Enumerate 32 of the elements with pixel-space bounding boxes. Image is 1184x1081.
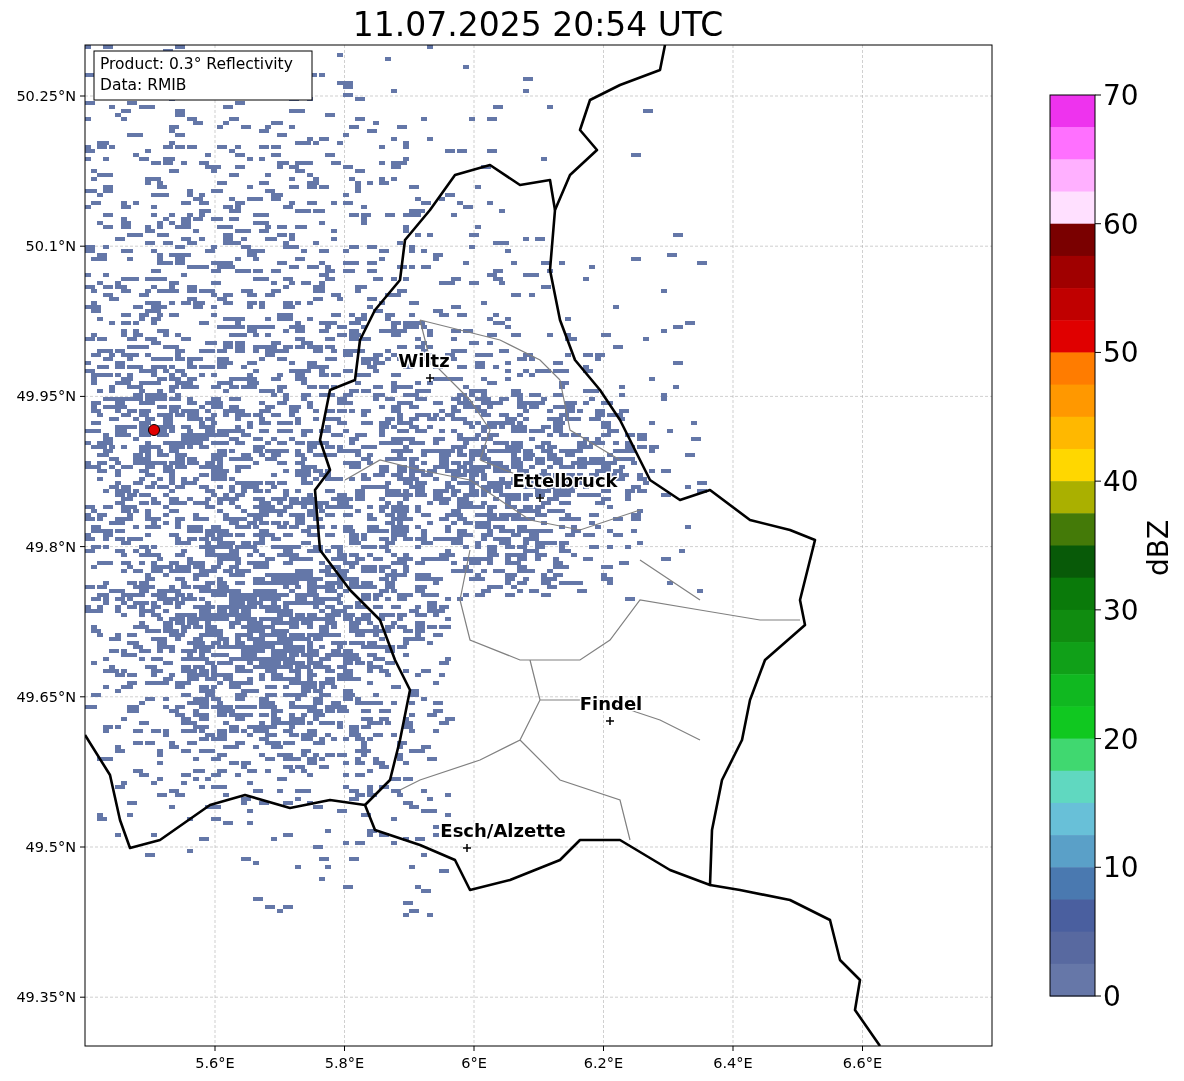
city-marker-icon bbox=[425, 373, 435, 383]
chart-title: 11.07.2025 20:54 UTC bbox=[352, 5, 724, 44]
latitude-tick-label: 49.95°N bbox=[16, 388, 76, 405]
longitude-tick-label: 6°E bbox=[461, 1055, 487, 1071]
city-marker-icon bbox=[605, 716, 615, 726]
city-marker-icon bbox=[462, 843, 472, 853]
radar-site-marker bbox=[148, 424, 160, 436]
colorbar-tick-label: 30 bbox=[1103, 593, 1139, 627]
colorbar-tick-label: 0 bbox=[1103, 980, 1121, 1013]
colorbar-tick-label: 40 bbox=[1103, 465, 1139, 499]
city-label: Findel bbox=[579, 693, 643, 714]
info-text: Product: 0.3° Reflectivity bbox=[100, 55, 293, 73]
latitude-tick-label: 49.65°N bbox=[16, 688, 76, 705]
latitude-tick-label: 50.25°N bbox=[16, 88, 76, 104]
latitude-tick-label: 49.35°N bbox=[16, 989, 76, 1006]
colorbar-axis-label: dBZ bbox=[1142, 519, 1175, 577]
longitude-tick-label: 6.2°E bbox=[583, 1055, 624, 1071]
longitude-tick-label: 6.4°E bbox=[713, 1055, 753, 1071]
colorbar-tick-label: 50 bbox=[1103, 336, 1139, 370]
latitude-tick-label: 50.1°N bbox=[25, 238, 76, 255]
city-label: Esch/Alzette bbox=[440, 820, 566, 841]
colorbar-tick-label: 20 bbox=[1103, 722, 1139, 756]
latitude-tick-label: 49.5°N bbox=[25, 839, 76, 855]
longitude-tick-label: 5.6°E bbox=[195, 1055, 235, 1071]
longitude-tick-label: 5.8°E bbox=[324, 1055, 365, 1071]
latitude-tick-label: 49.8°N bbox=[25, 538, 76, 555]
info-text: Data: RMIB bbox=[100, 76, 187, 94]
longitude-tick-label: 6.6°E bbox=[842, 1055, 883, 1071]
colorbar-tick-label: 10 bbox=[1103, 851, 1139, 885]
city-marker-icon bbox=[535, 493, 545, 503]
colorbar-tick-label: 70 bbox=[1103, 79, 1139, 112]
colorbar-tick-label: 60 bbox=[1103, 207, 1139, 241]
